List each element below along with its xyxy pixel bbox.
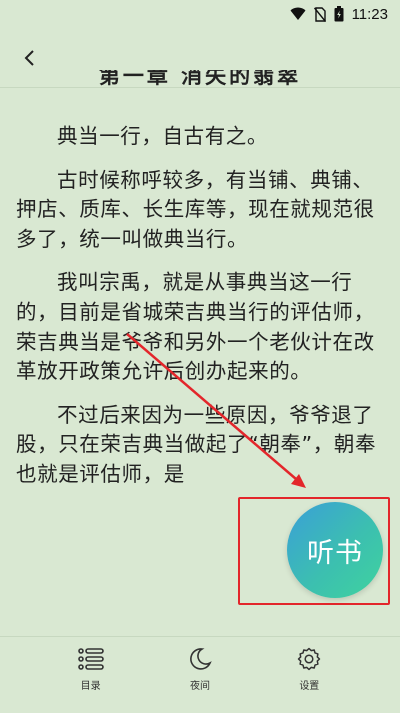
status-time: 11:23 xyxy=(351,5,388,23)
paragraph: 不过后来因为一些原因，爷爷退了股，只在荣吉典当做起了“朝奉”，朝奉也就是评估师，… xyxy=(16,402,377,486)
no-sim-icon xyxy=(313,6,326,22)
chapter-text: 典当一行，自古有之。 古时候称呼较多，有当铺、典铺、押店、质库、长生库等，现在就… xyxy=(16,122,388,504)
paragraph: 古时候称呼较多，有当铺、典铺、押店、质库、长生库等，现在就规范很多了，统一叫做典… xyxy=(16,167,375,251)
wifi-icon xyxy=(290,7,306,21)
toc-icon xyxy=(77,648,104,670)
catalog-label: 目录 xyxy=(80,681,101,692)
bottom-toolbar: 目录 夜间 设置 xyxy=(0,636,400,713)
settings-label: 设置 xyxy=(299,681,320,692)
listen-book-button[interactable]: 听书 xyxy=(287,502,383,598)
chevron-left-icon xyxy=(24,50,34,66)
status-bar: 11:23 xyxy=(0,0,400,28)
catalog-button[interactable]: 目录 xyxy=(61,647,121,692)
chapter-title: 第一章 消失的翡翠 xyxy=(98,70,302,88)
battery-icon xyxy=(334,6,344,22)
back-button[interactable] xyxy=(16,44,44,72)
gear-icon xyxy=(298,647,321,671)
moon-icon xyxy=(190,648,212,670)
paragraph: 我叫宗禹，就是从事典当这一行的，目前是省城荣吉典当行的评估师，荣吉典当是爷爷和另… xyxy=(16,270,375,384)
settings-button[interactable]: 设置 xyxy=(279,647,339,692)
listen-book-label: 听书 xyxy=(307,537,363,569)
night-mode-button[interactable]: 夜间 xyxy=(170,647,230,692)
paragraph: 典当一行，自古有之。 xyxy=(57,124,268,148)
night-mode-label: 夜间 xyxy=(189,681,210,692)
